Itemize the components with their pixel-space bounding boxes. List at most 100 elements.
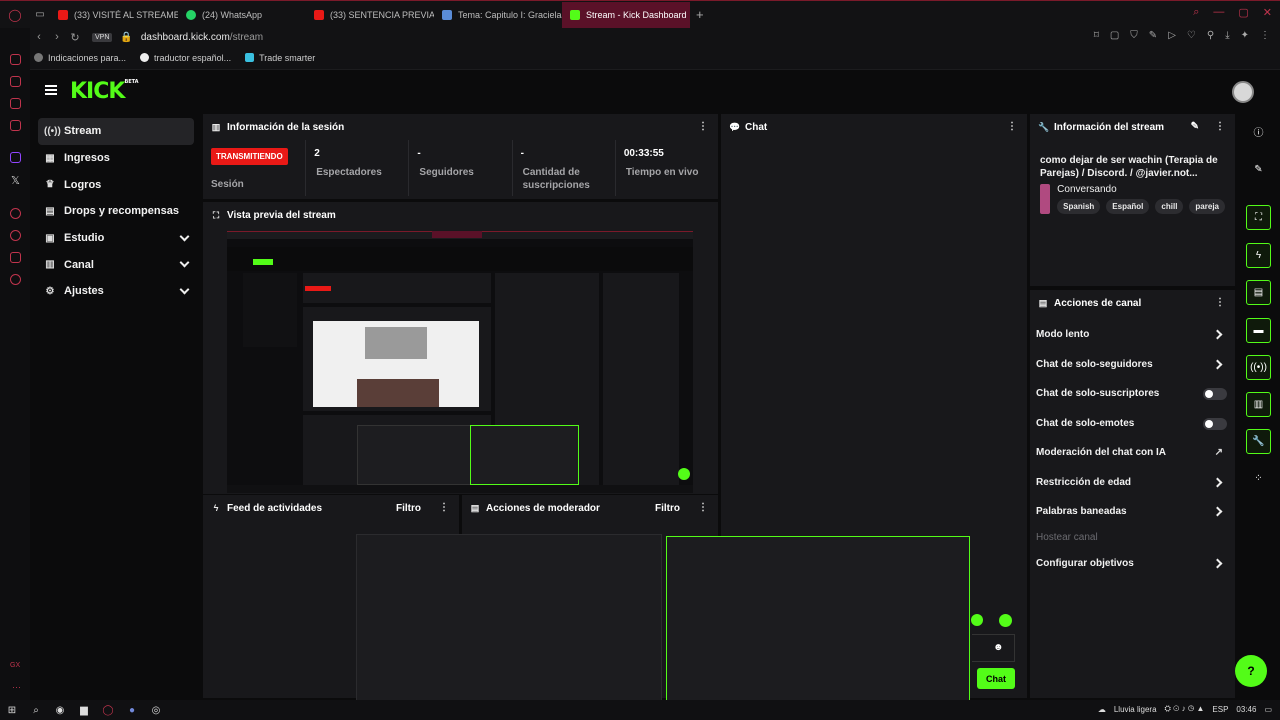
- wallet-icon[interactable]: [10, 76, 21, 87]
- menu-icon[interactable]: ⋮: [1260, 30, 1270, 41]
- bookmark-icon[interactable]: ⌑: [1094, 30, 1099, 41]
- gx-icon[interactable]: GX: [10, 662, 20, 669]
- emoji-icon[interactable]: ☻: [993, 642, 1004, 653]
- broadcast-icon[interactable]: ((•)): [1246, 355, 1271, 380]
- folder-icon[interactable]: ▆: [72, 705, 96, 716]
- obs-icon[interactable]: ◎: [144, 705, 168, 716]
- bolt-icon[interactable]: ϟ: [1246, 243, 1271, 268]
- kick-logo[interactable]: KICKBETA: [70, 79, 139, 104]
- nav-item-ajustes[interactable]: ⚙ Ajustes: [38, 278, 194, 305]
- download-icon[interactable]: ⤓: [1225, 30, 1229, 41]
- hamburger-menu-icon[interactable]: [45, 85, 57, 95]
- browser-tab[interactable]: (33) VISITÉ AL STREAMER: [50, 2, 178, 28]
- more-options-icon[interactable]: ⋮: [1215, 121, 1225, 132]
- more-options-icon[interactable]: ⋮: [439, 502, 449, 513]
- tag[interactable]: Spanish: [1057, 199, 1101, 214]
- language-indicator[interactable]: ESP: [1212, 705, 1228, 714]
- more-options-icon[interactable]: ⋮: [1007, 121, 1017, 132]
- forward-icon[interactable]: ›: [48, 31, 66, 43]
- tag[interactable]: Español: [1106, 199, 1150, 214]
- search-icon[interactable]: ⌕: [1193, 6, 1199, 19]
- nav-item-drops[interactable]: ▤ Drops y recompensas: [38, 198, 194, 225]
- search-icon[interactable]: ⌕: [24, 705, 48, 716]
- pencil-icon[interactable]: ✎: [1246, 157, 1271, 182]
- tag[interactable]: chill: [1155, 199, 1184, 214]
- play-icon[interactable]: ▷: [1168, 30, 1176, 41]
- vpn-badge[interactable]: VPN: [92, 32, 113, 42]
- tab-switcher-icon[interactable]: ▭: [30, 9, 50, 20]
- maximize-icon[interactable]: ▢: [1238, 6, 1248, 19]
- notification-icon[interactable]: ▭: [1264, 705, 1272, 714]
- moderator-icon[interactable]: [971, 614, 983, 626]
- more-icon[interactable]: ···: [12, 682, 21, 692]
- history-icon[interactable]: [10, 230, 21, 241]
- emotes-only-toggle[interactable]: [1203, 417, 1227, 430]
- nav-item-ingresos[interactable]: ▦ Ingresos: [38, 145, 194, 172]
- dots-icon[interactable]: ⁘: [1246, 466, 1271, 491]
- nav-item-estudio[interactable]: ▣ Estudio: [38, 225, 194, 252]
- layout-icon[interactable]: ▥: [1246, 392, 1271, 417]
- opera-icon[interactable]: ◯: [96, 705, 120, 716]
- twitch-icon[interactable]: [10, 152, 21, 163]
- nav-item-stream[interactable]: ((•)) Stream: [38, 118, 194, 145]
- shield-icon[interactable]: ⛉: [1130, 30, 1138, 41]
- messenger-icon[interactable]: [10, 98, 21, 109]
- player-icon[interactable]: [10, 208, 21, 219]
- help-chat-button[interactable]: ?: [1235, 655, 1267, 687]
- category-thumbnail[interactable]: [1040, 184, 1051, 214]
- filter-button[interactable]: Filtro: [655, 503, 680, 514]
- ai-icon[interactable]: ✦: [1241, 30, 1249, 41]
- chrome-icon[interactable]: ◉: [48, 705, 72, 716]
- crop-icon[interactable]: ⛶: [1246, 205, 1271, 230]
- edit-icon[interactable]: ✎: [1191, 121, 1199, 132]
- extensions-icon[interactable]: [10, 252, 21, 263]
- action-banned-words[interactable]: Palabras baneadas: [1030, 497, 1235, 527]
- windows-start-icon[interactable]: ⊞: [0, 705, 24, 716]
- action-configure-goals[interactable]: Configurar objetivos: [1030, 549, 1235, 579]
- url-field[interactable]: dashboard.kick.com/stream: [141, 32, 263, 43]
- bookmark-item[interactable]: Trade smarter: [245, 53, 315, 63]
- snapshot-icon[interactable]: ▢: [1110, 30, 1119, 41]
- stream-preview-video[interactable]: [227, 231, 693, 493]
- tray-icons[interactable]: ⛭ ⊙ ♪ ◷ ▲: [1165, 704, 1205, 714]
- category-name[interactable]: Conversando: [1057, 184, 1225, 195]
- news-icon[interactable]: [10, 120, 21, 131]
- send-chat-button[interactable]: Chat: [977, 668, 1015, 689]
- filter-button[interactable]: Filtro: [396, 503, 421, 514]
- action-ai-moderation[interactable]: Moderación del chat con IA ↗: [1030, 438, 1235, 468]
- aria-icon[interactable]: [10, 54, 21, 65]
- nav-item-canal[interactable]: ▥ Canal: [38, 251, 194, 278]
- more-options-icon[interactable]: ⋮: [698, 502, 708, 513]
- chat-icon[interactable]: ▬: [1246, 318, 1271, 343]
- more-options-icon[interactable]: ⋮: [1215, 297, 1225, 308]
- browser-tab[interactable]: (33) SENTENCIA PREVIA: [306, 2, 434, 28]
- subs-only-toggle[interactable]: [1203, 388, 1227, 400]
- heart-icon[interactable]: ♡: [1187, 30, 1196, 41]
- back-icon[interactable]: ‹: [30, 31, 48, 43]
- info-icon[interactable]: ⓘ: [1246, 119, 1271, 144]
- wrench-icon[interactable]: 🔧: [1246, 429, 1271, 454]
- reload-icon[interactable]: ↻: [66, 31, 84, 44]
- clock[interactable]: 03:46: [1236, 705, 1256, 714]
- nav-item-logros[interactable]: ♛ Logros: [38, 171, 194, 198]
- close-icon[interactable]: ✕: [1263, 6, 1272, 19]
- settings-icon[interactable]: [999, 614, 1012, 627]
- action-age-restriction[interactable]: Restricción de edad: [1030, 468, 1235, 498]
- action-slow-mode[interactable]: Modo lento: [1030, 320, 1235, 350]
- overlay-window-right[interactable]: [666, 536, 970, 706]
- browser-tab-active[interactable]: Stream - Kick Dashboard: [562, 1, 690, 28]
- opera-logo-icon[interactable]: ◯: [0, 8, 30, 22]
- more-options-icon[interactable]: ⋮: [698, 121, 708, 132]
- bookmark-item[interactable]: traductor español...: [140, 53, 231, 63]
- browser-tab[interactable]: (24) WhatsApp: [178, 2, 306, 28]
- x-icon[interactable]: 𝕏: [11, 174, 20, 187]
- action-followers-only[interactable]: Chat de solo-seguidores: [1030, 350, 1235, 380]
- weather-text[interactable]: Lluvia ligera: [1114, 705, 1157, 714]
- browser-tab[interactable]: Tema: Capitulo I: Gracielaa: [434, 2, 562, 28]
- pin-icon[interactable]: ✎: [1149, 30, 1157, 41]
- overlay-window-left[interactable]: [356, 534, 662, 706]
- minimize-icon[interactable]: —: [1213, 6, 1224, 19]
- account-icon[interactable]: ⚲: [1207, 30, 1214, 41]
- user-avatar[interactable]: [1232, 81, 1254, 103]
- bookmark-item[interactable]: Indicaciones para...: [34, 53, 126, 63]
